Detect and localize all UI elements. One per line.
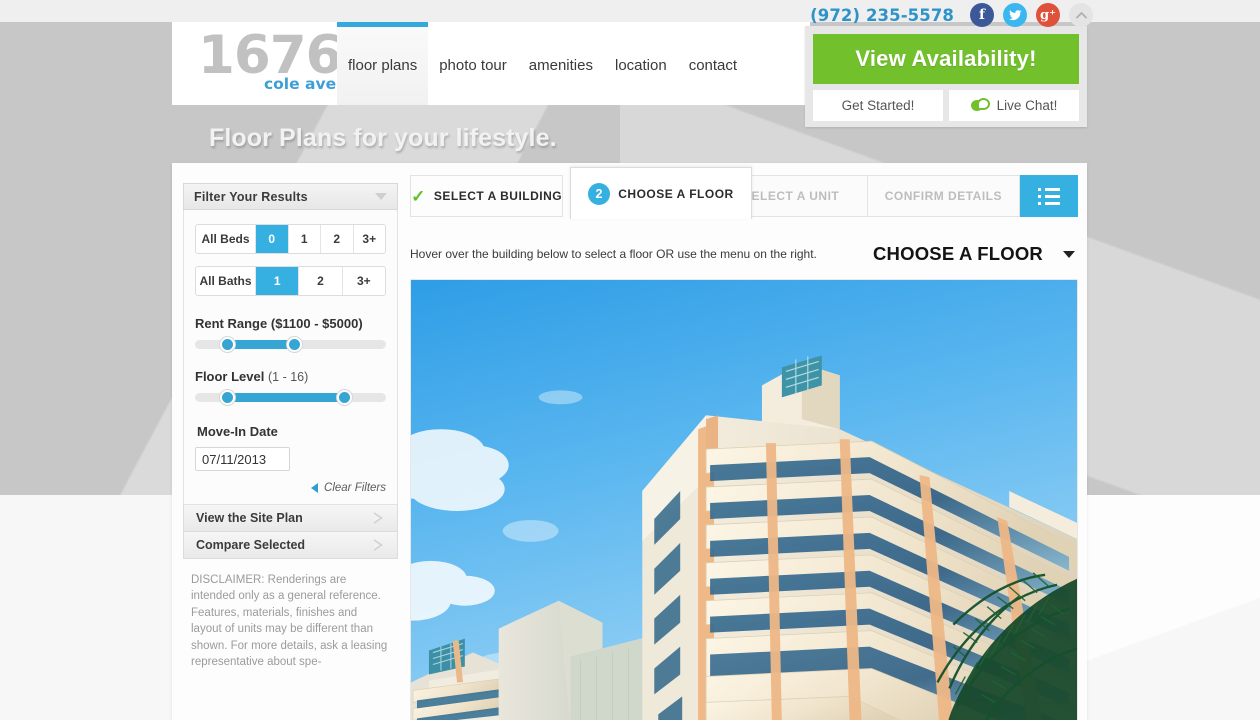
nav-item-floor-plans[interactable]: floor plans — [337, 22, 429, 105]
move-in-date-label: Move-In Date — [197, 424, 278, 439]
clear-filters-label: Clear Filters — [324, 482, 386, 494]
phone-number[interactable]: (972) 235-5578 — [810, 6, 954, 25]
building-exterior-photo[interactable] — [410, 279, 1078, 720]
baths-filter-group: All Baths 1 2 3+ — [195, 266, 386, 296]
floor-level-values: (1 - 16) — [267, 370, 309, 384]
floor-level-label: Floor Level (1 - 16) — [195, 369, 386, 384]
site-header: 1676 cole ave. floor plans photo tour am… — [172, 22, 810, 105]
baths-filter-label: All Baths — [196, 267, 256, 295]
step-number-badge: 2 — [588, 182, 611, 205]
wizard-step-1-label: SELECT A BUILDING — [433, 189, 563, 203]
cta-panel: View Availability! Get Started! Live Cha… — [805, 26, 1087, 127]
chat-bubble-icon — [970, 98, 990, 113]
baths-option-1[interactable]: 1 — [256, 267, 300, 295]
filter-header-label: Filter Your Results — [194, 189, 308, 204]
rent-range-title: Rent Range — [195, 316, 268, 331]
floor-slider-handle-max[interactable] — [336, 390, 352, 405]
wizard-steps: ✓ SELECT A BUILDING SELECT A UNIT CONFIR… — [410, 167, 1078, 219]
scroll-top-icon[interactable] — [1069, 3, 1093, 27]
live-chat-button[interactable]: Live Chat! — [949, 90, 1079, 121]
floor-slider-handle-min[interactable] — [220, 390, 236, 405]
instruction-row: Hover over the building below to select … — [410, 243, 1078, 265]
nav-item-contact[interactable]: contact — [678, 58, 748, 105]
facebook-icon[interactable]: f — [970, 3, 994, 27]
beds-option-0[interactable]: 0 — [256, 225, 289, 253]
page-title: Floor Plans for your lifestyle. — [209, 124, 557, 152]
hover-hint-text: Hover over the building below to select … — [410, 247, 817, 261]
content-panel: Filter Your Results All Beds 0 1 2 3+ Al… — [172, 163, 1087, 720]
get-started-button[interactable]: Get Started! — [813, 90, 943, 121]
nav-item-photo-tour[interactable]: photo tour — [428, 58, 518, 105]
cta-secondary-row: Get Started! Live Chat! — [813, 90, 1079, 121]
wizard-step-4-label: CONFIRM DETAILS — [884, 189, 1003, 203]
clear-filters-row[interactable]: Clear Filters — [195, 482, 386, 494]
wizard-step-choose-a-floor[interactable]: 2 CHOOSE A FLOOR — [570, 167, 752, 219]
chevron-down-icon — [1063, 250, 1075, 258]
beds-option-1[interactable]: 1 — [289, 225, 321, 253]
filter-sidebar: Filter Your Results All Beds 0 1 2 3+ Al… — [183, 183, 398, 670]
hamburger-list-icon — [1038, 187, 1060, 205]
baths-option-2[interactable]: 2 — [299, 267, 343, 295]
floor-level-title: Floor Level — [195, 369, 265, 384]
twitter-icon[interactable] — [1003, 3, 1027, 27]
baths-option-3plus[interactable]: 3+ — [343, 267, 385, 295]
disclaimer-text: DISCLAIMER: Renderings are intended only… — [191, 574, 388, 669]
check-icon: ✓ — [411, 186, 426, 206]
view-site-plan-label: View the Site Plan — [196, 511, 303, 525]
googleplus-icon[interactable]: g⁺ — [1036, 3, 1060, 27]
chevron-down-icon — [375, 193, 387, 200]
nav-item-amenities[interactable]: amenities — [518, 58, 604, 105]
rent-range-slider[interactable] — [195, 337, 386, 352]
view-site-plan-button[interactable]: View the Site Plan — [183, 505, 398, 532]
get-started-label: Get Started! — [841, 98, 915, 113]
beds-filter-group: All Beds 0 1 2 3+ — [195, 224, 386, 254]
wizard-step-3-label: SELECT A UNIT — [742, 189, 840, 203]
main-nav: floor plans photo tour amenities locatio… — [337, 22, 748, 105]
utility-bar: (972) 235-5578 f g⁺ — [810, 3, 1093, 27]
choose-a-floor-label: CHOOSE A FLOOR — [873, 243, 1043, 264]
filter-header[interactable]: Filter Your Results — [183, 183, 398, 210]
wizard-step-2-label: CHOOSE A FLOOR — [618, 186, 734, 201]
nav-item-location[interactable]: location — [604, 58, 678, 105]
rent-slider-handle-max[interactable] — [287, 337, 303, 352]
chevron-right-icon — [374, 539, 385, 551]
chevron-right-icon — [374, 512, 385, 524]
compare-selected-button[interactable]: Compare Selected — [183, 532, 398, 559]
main-column: ✓ SELECT A BUILDING SELECT A UNIT CONFIR… — [410, 167, 1078, 720]
rent-slider-handle-min[interactable] — [220, 337, 236, 352]
beds-filter-label: All Beds — [196, 225, 256, 253]
site-logo[interactable]: 1676 cole ave. — [198, 27, 343, 94]
wizard-step-confirm-details[interactable]: CONFIRM DETAILS — [867, 175, 1020, 217]
list-view-icon[interactable] — [1020, 175, 1078, 217]
beds-option-2[interactable]: 2 — [321, 225, 354, 253]
rent-range-values: ($1100 - $5000) — [270, 316, 363, 331]
wizard-step-select-a-building[interactable]: ✓ SELECT A BUILDING — [410, 175, 564, 217]
choose-a-floor-dropdown[interactable]: CHOOSE A FLOOR — [873, 243, 1075, 265]
rent-range-label: Rent Range ($1100 - $5000) — [195, 316, 386, 331]
move-in-date-input[interactable] — [195, 447, 290, 471]
page-root: (972) 235-5578 f g⁺ 1676 cole ave. floor… — [0, 0, 1260, 720]
view-availability-button[interactable]: View Availability! — [813, 34, 1079, 84]
arrow-left-icon — [311, 483, 319, 493]
floor-level-slider[interactable] — [195, 390, 386, 405]
compare-selected-label: Compare Selected — [196, 538, 306, 552]
filter-body: All Beds 0 1 2 3+ All Baths 1 2 3+ Rent … — [183, 210, 398, 505]
beds-option-3plus[interactable]: 3+ — [354, 225, 386, 253]
live-chat-label: Live Chat! — [996, 98, 1058, 113]
